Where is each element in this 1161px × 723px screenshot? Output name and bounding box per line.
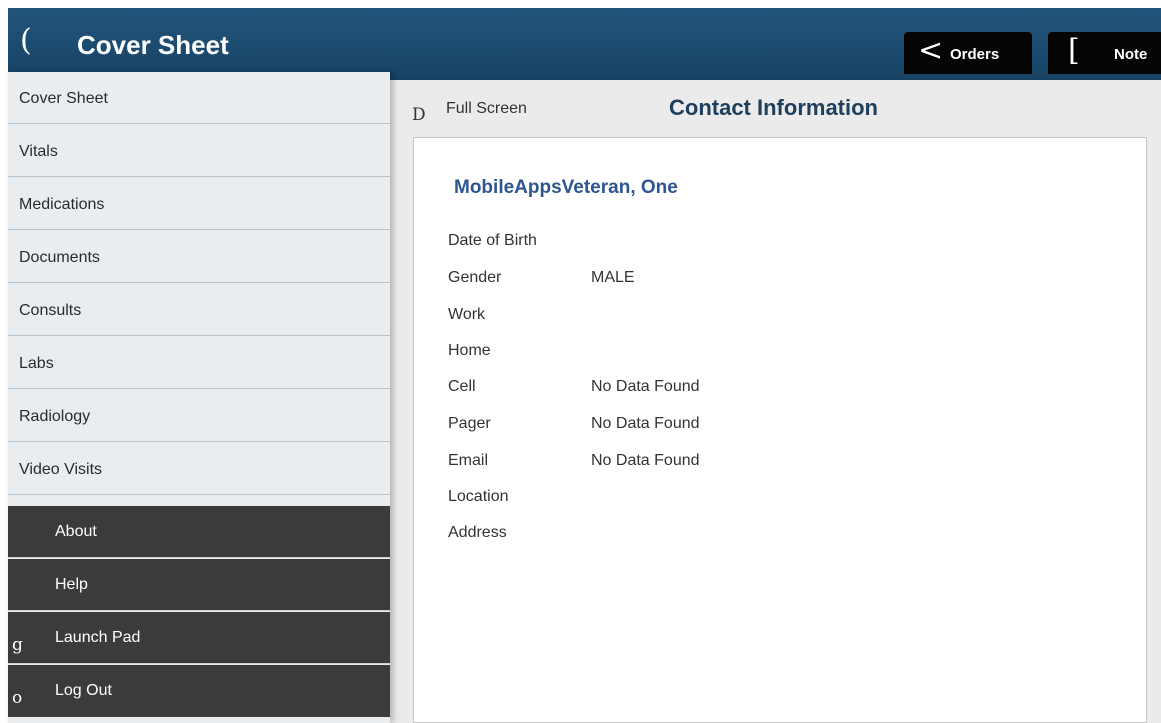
log-out-label: Log Out: [55, 682, 112, 699]
sidebar-item-vitals[interactable]: Vitals: [8, 125, 390, 177]
log-out-menu-item[interactable]: o Log Out: [8, 665, 390, 717]
chevron-left-icon: <: [918, 33, 944, 68]
field-row-gender: Gender MALE: [448, 268, 1048, 290]
field-label: Home: [448, 342, 491, 359]
field-row-email: Email No Data Found: [448, 451, 1048, 473]
sidebar-item-documents[interactable]: Documents: [8, 231, 390, 283]
note-icon: [: [1068, 33, 1080, 68]
sidebar-item-label: Labs: [19, 355, 54, 372]
help-label: Help: [55, 576, 88, 593]
sidebar-item-label: Cover Sheet: [19, 90, 108, 107]
note-button[interactable]: [ Note: [1048, 32, 1161, 74]
sidebar-item-labs[interactable]: Labs: [8, 337, 390, 389]
field-value: MALE: [591, 269, 635, 286]
field-label: Date of Birth: [448, 232, 537, 249]
sidebar-item-label: Medications: [19, 196, 105, 213]
main-content: D Full Screen Contact Information Mobile…: [390, 80, 1161, 723]
field-row-address: Address: [448, 523, 1048, 545]
launch-pad-icon: g: [12, 635, 23, 655]
full-screen-icon[interactable]: D: [412, 106, 426, 124]
contact-info-card: MobileAppsVeteran, One Date of Birth Gen…: [413, 137, 1147, 723]
field-label: Cell: [448, 378, 476, 395]
launch-pad-menu-item[interactable]: g Launch Pad: [8, 612, 390, 664]
sidebar-item-label: Vitals: [19, 143, 58, 160]
sidebar-item-label: Radiology: [19, 408, 91, 425]
section-title: Contact Information: [669, 95, 878, 120]
field-row-pager: Pager No Data Found: [448, 414, 1048, 436]
field-row-date-of-birth: Date of Birth: [448, 231, 1048, 253]
log-out-icon: o: [12, 688, 23, 708]
note-button-label: Note: [1114, 46, 1148, 63]
top-header: ( Cover Sheet < Orders [ Note: [8, 8, 1161, 80]
about-label: About: [55, 523, 97, 540]
field-value: No Data Found: [591, 378, 700, 395]
app-window: ( Cover Sheet < Orders [ Note Cover Shee…: [0, 0, 1161, 723]
field-row-home: Home: [448, 341, 1048, 363]
field-label: Location: [448, 488, 509, 505]
field-value: No Data Found: [591, 452, 700, 469]
sidebar-item-label: Documents: [19, 249, 100, 266]
field-label: Work: [448, 306, 486, 323]
sidebar-item-video-visits[interactable]: Video Visits: [8, 443, 390, 495]
field-value: No Data Found: [591, 415, 700, 432]
sidebar-item-label: Consults: [19, 302, 82, 319]
sidebar: Cover Sheet Vitals Medications Documents…: [8, 72, 390, 723]
field-label: Email: [448, 452, 489, 469]
back-icon[interactable]: (: [20, 26, 32, 56]
field-label: Address: [448, 524, 507, 541]
sidebar-item-cover-sheet[interactable]: Cover Sheet: [8, 72, 390, 124]
field-row-work: Work: [448, 305, 1048, 327]
field-row-location: Location: [448, 487, 1048, 509]
launch-pad-label: Launch Pad: [55, 629, 141, 646]
field-row-cell: Cell No Data Found: [448, 377, 1048, 399]
sidebar-item-label: Video Visits: [19, 461, 103, 478]
field-label: Gender: [448, 269, 502, 286]
patient-name: MobileAppsVeteran, One: [454, 177, 678, 198]
full-screen-button[interactable]: Full Screen: [446, 100, 527, 118]
sidebar-item-consults[interactable]: Consults: [8, 284, 390, 336]
orders-button[interactable]: < Orders: [904, 32, 1032, 74]
sidebar-item-medications[interactable]: Medications: [8, 178, 390, 230]
page-title: Cover Sheet: [77, 30, 229, 60]
help-menu-item[interactable]: Help: [8, 559, 390, 611]
about-menu-item[interactable]: About: [8, 506, 390, 558]
orders-button-label: Orders: [950, 46, 1000, 63]
field-label: Pager: [448, 415, 491, 432]
sidebar-item-radiology[interactable]: Radiology: [8, 390, 390, 442]
